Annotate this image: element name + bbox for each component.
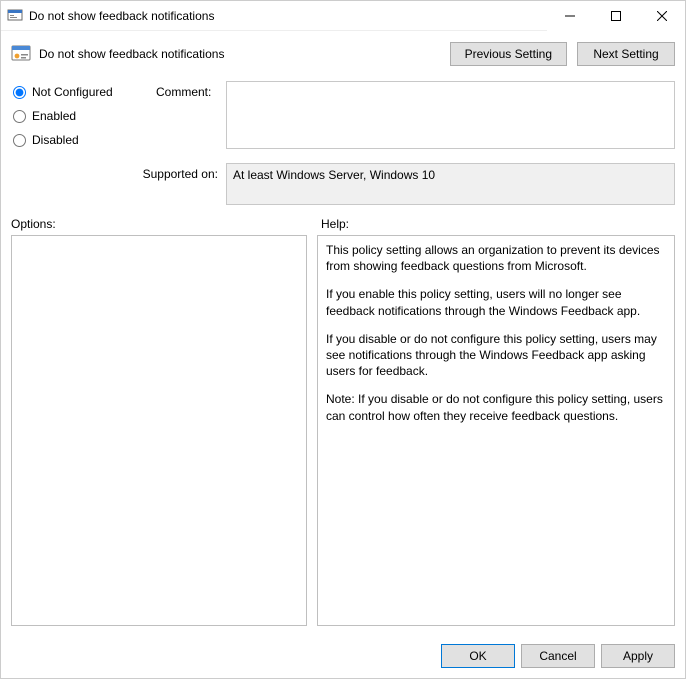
supported-on-field: At least Windows Server, Windows 10 — [226, 163, 675, 205]
supported-on-value: At least Windows Server, Windows 10 — [233, 168, 435, 182]
help-panel: This policy setting allows an organizati… — [317, 235, 675, 626]
supported-on-label: Supported on: — [11, 163, 226, 181]
radio-not-configured-input[interactable] — [13, 86, 26, 99]
minimize-button[interactable] — [547, 1, 593, 31]
radio-enabled-label: Enabled — [32, 109, 76, 123]
radio-not-configured[interactable]: Not Configured — [11, 85, 156, 99]
options-panel — [11, 235, 307, 626]
previous-setting-button[interactable]: Previous Setting — [450, 42, 567, 66]
columns-header: Options: Help: — [1, 205, 685, 235]
dialog-footer: OK Cancel Apply — [1, 634, 685, 678]
policy-icon — [7, 8, 23, 24]
supported-row: Supported on: At least Windows Server, W… — [1, 157, 685, 205]
config-row: Not Configured Enabled Disabled Comment: — [1, 77, 685, 157]
titlebar: Do not show feedback notifications — [1, 1, 685, 31]
radio-disabled-input[interactable] — [13, 134, 26, 147]
radio-enabled[interactable]: Enabled — [11, 109, 156, 123]
radio-enabled-input[interactable] — [13, 110, 26, 123]
radio-disabled[interactable]: Disabled — [11, 133, 156, 147]
window-title: Do not show feedback notifications — [29, 9, 214, 23]
cancel-button[interactable]: Cancel — [521, 644, 595, 668]
help-paragraph: If you disable or do not configure this … — [326, 331, 666, 380]
apply-button[interactable]: Apply — [601, 644, 675, 668]
help-paragraph: Note: If you disable or do not configure… — [326, 391, 666, 423]
heading-text: Do not show feedback notifications — [39, 47, 224, 61]
radio-not-configured-label: Not Configured — [32, 85, 113, 99]
help-paragraph: If you enable this policy setting, users… — [326, 286, 666, 318]
options-label: Options: — [11, 217, 311, 231]
help-paragraph: This policy setting allows an organizati… — [326, 242, 666, 274]
comment-field[interactable] — [226, 81, 675, 149]
ok-button[interactable]: OK — [441, 644, 515, 668]
policy-heading-icon — [11, 44, 31, 64]
comment-label: Comment: — [156, 81, 226, 157]
radio-disabled-label: Disabled — [32, 133, 79, 147]
help-label: Help: — [311, 217, 675, 231]
maximize-button[interactable] — [593, 1, 639, 31]
close-button[interactable] — [639, 1, 685, 31]
state-radio-group: Not Configured Enabled Disabled — [11, 81, 156, 157]
next-setting-button[interactable]: Next Setting — [577, 42, 675, 66]
columns: This policy setting allows an organizati… — [1, 235, 685, 634]
heading-bar: Do not show feedback notifications Previ… — [1, 31, 685, 77]
